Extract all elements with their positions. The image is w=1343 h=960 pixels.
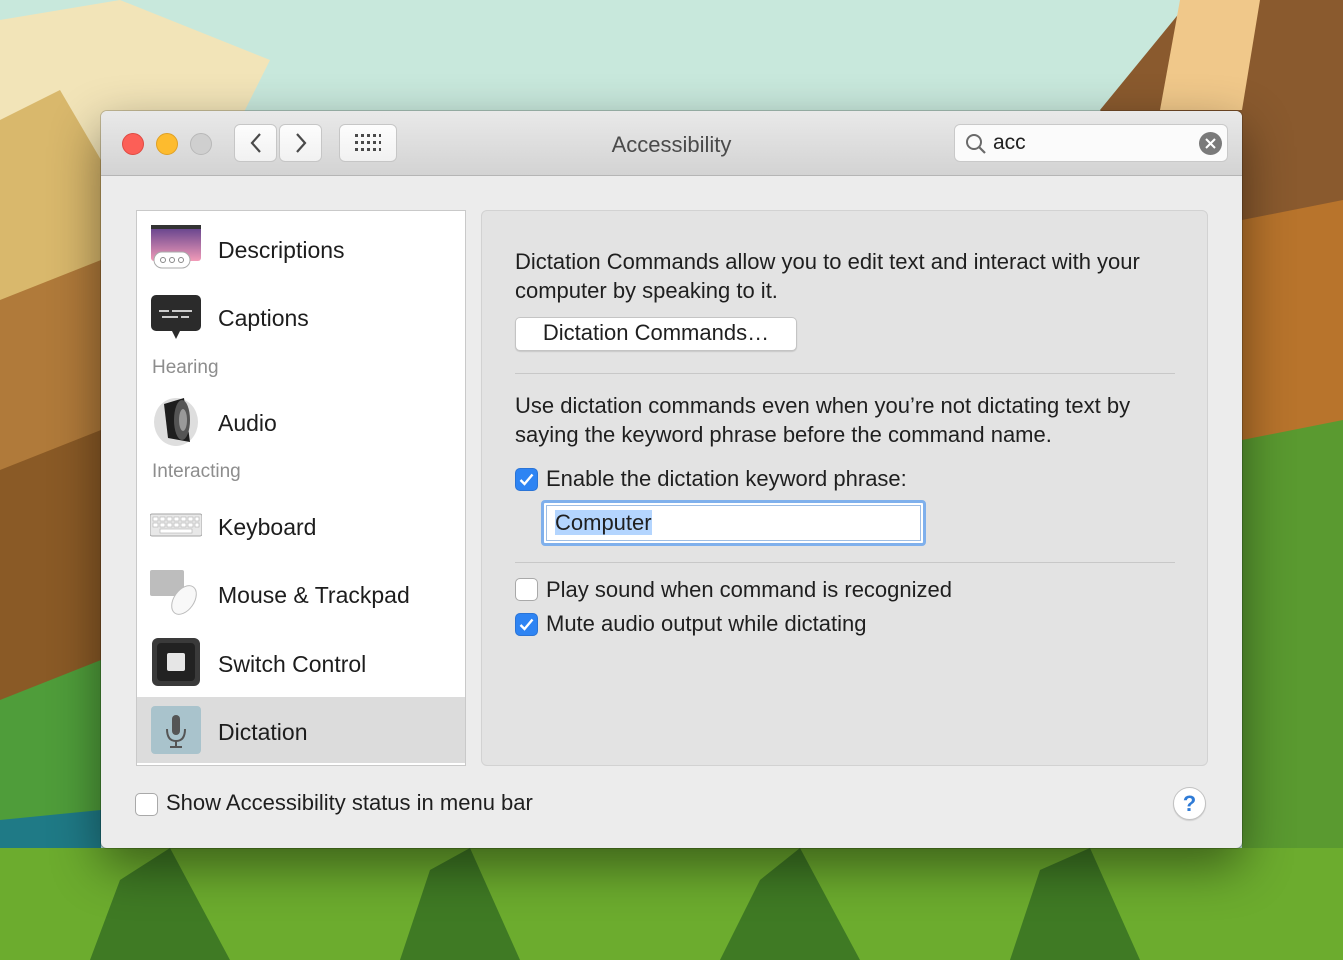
sidebar-item-label: Audio [218,410,277,436]
sidebar-item-dictation[interactable]: Dictation [137,697,465,763]
dictation-settings-panel: Dictation Commands allow you to edit tex… [481,210,1208,766]
enable-keyword-label: Enable the dictation keyword phrase: [546,466,907,491]
sidebar-item-keyboard[interactable]: Keyboard [137,492,465,558]
enable-keyword-checkbox[interactable] [515,468,538,491]
back-button[interactable] [234,124,277,162]
sidebar-item-mouse-trackpad[interactable]: Mouse & Trackpad [137,560,465,626]
sidebar-item-audio[interactable]: Audio [137,388,465,454]
preferences-window: Accessibility De [101,111,1242,848]
play-sound-checkbox[interactable] [515,578,538,601]
sidebar-item-label: Dictation [218,719,308,745]
divider [515,562,1175,563]
play-sound-label: Play sound when command is recognized [546,577,953,602]
category-sidebar: Descriptions Captions Hearing Audio Inte… [136,210,466,766]
sidebar-item-switch-control[interactable]: Switch Control [137,629,465,695]
search-field[interactable] [954,124,1228,162]
dictation-commands-description: Dictation Commands allow you to edit tex… [515,249,1140,303]
mute-audio-checkbox[interactable] [515,613,538,636]
switch-control-icon [152,638,200,686]
sidebar-item-label: Switch Control [218,651,367,677]
minimize-window-button[interactable] [156,133,178,155]
sidebar-item-captions[interactable]: Captions [137,283,465,349]
microphone-icon [151,706,201,754]
keyword-phrase-field[interactable]: Computer [541,500,926,546]
help-button[interactable]: ? [1173,787,1206,820]
chevron-right-icon [295,133,306,153]
search-input[interactable] [993,129,1188,157]
window-title: Accessibility [611,132,732,157]
dictation-commands-button[interactable]: Dictation Commands… [515,317,797,351]
grid-icon [355,134,381,151]
sidebar-item-label: Descriptions [218,237,345,263]
title-bar: Accessibility [101,111,1242,176]
close-icon [1205,138,1216,149]
sidebar-item-descriptions[interactable]: Descriptions [137,215,465,281]
checkmark-icon [519,473,534,486]
search-icon [966,134,986,154]
forward-button[interactable] [279,124,322,162]
sidebar-item-label: Keyboard [218,514,317,540]
show-status-label: Show Accessibility status in menu bar [166,790,533,815]
chevron-left-icon [250,133,261,153]
mute-audio-label: Mute audio output while dictating [546,611,867,636]
captions-icon [151,295,201,339]
mouse-trackpad-icon [150,570,197,615]
show-all-button[interactable] [339,124,397,162]
descriptions-icon [151,225,201,269]
section-header-hearing: Hearing [152,357,219,378]
sidebar-item-label: Captions [218,305,309,331]
close-window-button[interactable] [122,133,144,155]
speaker-icon [154,398,198,446]
sidebar-item-label: Mouse & Trackpad [218,582,410,608]
keyboard-icon [150,513,202,537]
show-status-checkbox[interactable] [135,793,158,816]
zoom-window-button[interactable] [190,133,212,155]
keyword-phrase-value: Computer [555,510,652,535]
checkmark-icon [519,618,534,631]
clear-search-button[interactable] [1199,132,1222,155]
divider [515,373,1175,374]
section-header-interacting: Interacting [152,461,241,482]
keyword-description: Use dictation commands even when you’re … [515,393,1131,447]
